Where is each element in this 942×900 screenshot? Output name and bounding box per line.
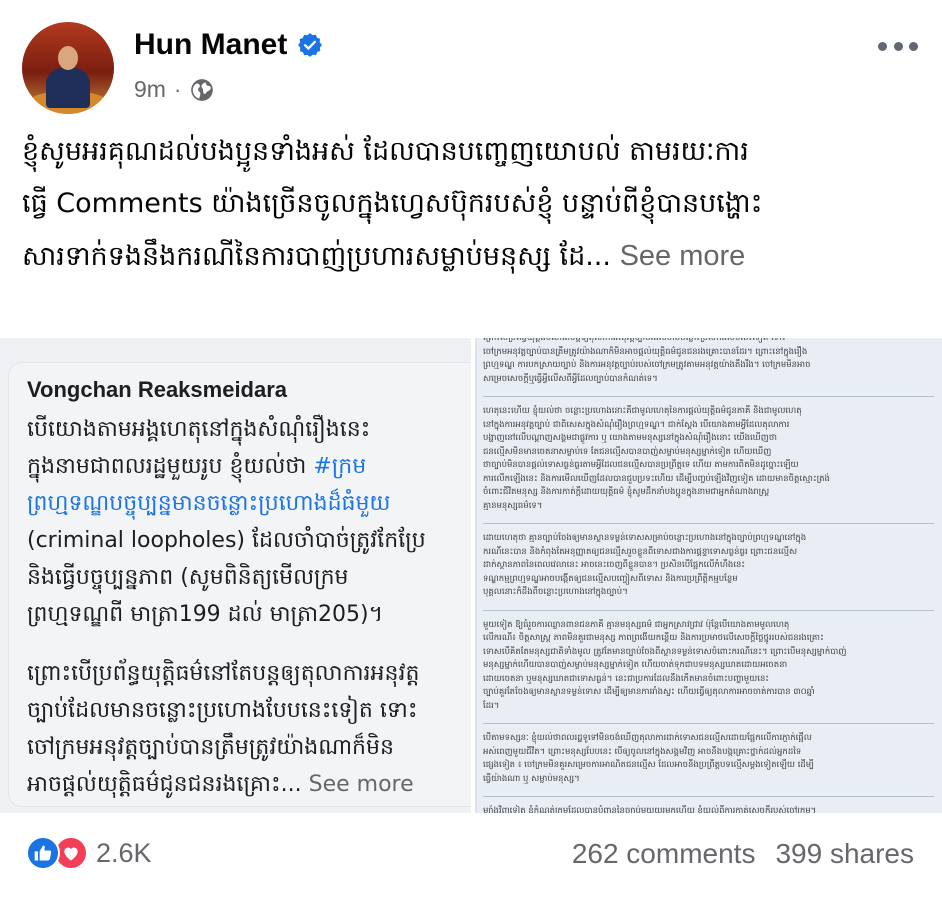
document-line: ដែរ។: [483, 700, 500, 711]
document-line: បុគ្គលនោះក៏ដឹងពីចន្លោះប្រហោងនៅក្នុងច្បាប…: [483, 587, 628, 597]
post-footer: 2.6K 262 comments 399 shares: [0, 826, 942, 886]
quoted-line: ចៅក្រមអនុវត្តច្បាប់បានត្រឹមត្រូវយ៉ាងណាក៏…: [27, 735, 394, 760]
shares-count[interactable]: 399 shares: [775, 838, 914, 870]
document-line: ផ្សេងទៀត ៖ ចៅក្រមមិនគួរសម្រេចការអាណិតជនល…: [483, 760, 814, 770]
globe-icon[interactable]: [189, 77, 215, 103]
quoted-line: ព្រោះបើប្រព័ន្ធយុត្តិធម៌នៅតែបន្តឲ្យតុលាក…: [27, 661, 420, 686]
document-divider: [483, 796, 934, 797]
post-text-line-last: សារទាក់ទងនឹងករណីនៃការបាញ់ប្រហារសម្លាប់មន…: [22, 230, 912, 283]
document-line: ច្បាប់គួរតែចែងឲ្យមានស្ថានទម្ងន់ទោស ដើម្ប…: [483, 687, 815, 697]
quoted-line: (criminal loopholes) ដែលចាំបាច់ត្រូវកែប្…: [27, 528, 426, 553]
document-line: ចៅក្រមអនុវត្តច្បាប់បានត្រឹមត្រូវយ៉ាងណាក៏…: [483, 346, 808, 357]
post-header: Hun Manet 9m ·: [22, 22, 920, 114]
meta-separator: ·: [173, 76, 182, 102]
document-line: នៅក្នុងការអនុវត្តច្បាប់ ជាពិសេសក្នុងសំណុ…: [483, 419, 790, 430]
quoted-line: និងធ្វើបច្ចុប្បន្នភាព (សូមពិនិត្យមើលក្រម: [27, 565, 349, 590]
post-timestamp[interactable]: 9m: [134, 76, 166, 103]
document-line: ធ្វើយ៉ាងណា ឬ សម្លាប់មនុស្ស។: [483, 773, 580, 784]
engagement-stats: 262 comments 399 shares: [572, 838, 914, 870]
quoted-see-more: See more: [308, 772, 414, 797]
comments-count[interactable]: 262 comments: [572, 838, 756, 870]
hashtag-link-cont: ព្រហ្មទណ្ឌបច្ចុប្បន្នមានចន្លោះប្រហោងដ៏ធំ…: [27, 491, 391, 516]
document-paragraph: ព្រោះបើប្រព័ន្ធយុត្តិធម៌នៅតែបន្តឲ្យតុលាក…: [483, 338, 934, 386]
more-dot: [878, 41, 887, 51]
document-line: បង្ហាញនៅលើបណ្តាញសង្គមជាផ្លូវការ ឬ យោងតាម…: [483, 433, 777, 443]
quoted-line: ក្នុងនាមជាពលរដ្ឋមួយរូប ខ្ញុំយល់ថា: [27, 454, 314, 479]
see-more-link[interactable]: See more: [620, 240, 746, 272]
author-name[interactable]: Hun Manet: [134, 28, 287, 62]
document-divider: [483, 723, 934, 724]
document-line: គ្មានមនុស្សធម៌ទេ។: [483, 500, 543, 511]
post-text-line: ធ្វើ Comments យ៉ាងច្រើនចូលក្នុងហ្វេសប៊ុក…: [22, 188, 763, 219]
quoted-comment-card: Vongchan Reaksmeidara បើយោងតាមអង្គហេតុនៅ…: [8, 362, 471, 807]
document-screenshot: ព្រោះបើប្រព័ន្ធយុត្តិធម៌នៅតែបន្តឲ្យតុលាក…: [477, 338, 942, 813]
quoted-line: បើយោងតាមអង្គហេតុនៅក្នុងសំណុំរឿងនេះ: [27, 417, 371, 442]
quoted-paragraph: បើយោងតាមអង្គហេតុនៅក្នុងសំណុំរឿងនេះ ក្នុង…: [27, 411, 471, 633]
reactions-summary[interactable]: 2.6K: [26, 836, 152, 870]
document-paragraph: បើតាមទស្សនៈ ខ្ញុំយល់ថាពលរដ្ឋទូទៅមិនចង់ឃើ…: [483, 732, 934, 786]
document-line: ដោយចេតនា ឬមនុស្សឃាតជាទោសធ្ងន់។ នេះជាប្រក…: [483, 673, 770, 684]
avatar-person: [46, 68, 90, 108]
like-icon: [26, 836, 60, 870]
document-line: ករណីនេះបាន និងកំពុងតែអនុញ្ញាតឲ្យជនល្មើសរ…: [483, 546, 798, 557]
quoted-line: ច្បាប់ដែលមានចន្លោះប្រហោងបែបនេះទៀត ទោះ: [27, 698, 418, 723]
author-avatar[interactable]: [22, 22, 114, 114]
author-row: Hun Manet: [134, 28, 323, 62]
post-meta: 9m ·: [134, 76, 215, 103]
document-paragraph: ហេតុនេះហើយ ខ្ញុំយល់ថា ចន្លោះប្រហោងនោះគឺជ…: [483, 405, 934, 513]
document-line: ព្រហ្មទណ្ឌ ការបកស្រាយច្បាប់ និងការអនុវត្…: [483, 360, 811, 370]
hashtag-link: #ក្រម: [313, 454, 367, 479]
post-images: Vongchan Reaksmeidara បើយោងតាមអង្គហេតុនៅ…: [0, 338, 942, 813]
document-paragraph: ដោយហេតុថា គ្មានច្បាប់ចែងឲ្យមានស្ថានទម្ងន…: [483, 532, 934, 600]
post-text-line: សារទាក់ទងនឹងករណីនៃការបាញ់ប្រហារសម្លាប់មន…: [22, 241, 611, 272]
document-divider: [483, 609, 934, 611]
document-line: ហេតុនេះហើយ ខ្ញុំយល់ថា ចន្លោះប្រហោងនោះគឺជ…: [483, 406, 802, 416]
post-image-left[interactable]: Vongchan Reaksmeidara បើយោងតាមអង្គហេតុនៅ…: [0, 338, 471, 813]
quoted-text: បើយោងតាមអង្គហេតុនៅក្នុងសំណុំរឿងនេះ ក្នុង…: [27, 411, 471, 813]
reaction-count: 2.6K: [96, 837, 152, 868]
post-image-right[interactable]: ព្រោះបើប្រព័ន្ធយុត្តិធម៌នៅតែបន្តឲ្យតុលាក…: [475, 338, 942, 813]
more-dot: [893, 41, 903, 51]
document-divider: [483, 396, 934, 397]
quoted-line: ព្រហ្មទណ្ឌពី មាត្រា199 ដល់ មាត្រា205)។: [27, 602, 384, 627]
document-line: ទណ្ឌកម្មព្រហ្មទណ្ឌអាចបង្កើតឲ្យជនល្មើសបញ្…: [483, 573, 738, 584]
document-line: ម្យ៉ាងវិញទៀត ខ្ញុំកំណត់ក្រមដែលបានបំពាននៃ…: [483, 806, 817, 813]
document-line: បើតាមទស្សនៈ ខ្ញុំយល់ថាពលរដ្ឋទូទៅមិនចង់ឃើ…: [483, 733, 812, 743]
more-dot: [909, 41, 918, 51]
document-line: លើករណី៖ ចិត្តសាស្ត្រ ភាពមិនគួរជាមនុស្ស ភ…: [483, 633, 824, 643]
post-text-line: ខ្ញុំសូមអរគុណដល់បងប្អូនទាំងអស់ ដែលបានបញ្…: [22, 136, 749, 167]
document-line: ដោយហេតុថា គ្មានច្បាប់ចែងឲ្យមានស្ថានទម្ងន…: [483, 533, 807, 543]
more-options-icon[interactable]: [878, 36, 918, 56]
document-line: មួយទៀត ឱ្យធំរួចការឈ្លានពានជនភាគី គ្មានមន…: [483, 619, 790, 630]
document-line: ដាក់ស្ថានភាពនៃពេលវេលានេះ អាចនេះចេញពីខ្លួ…: [483, 560, 746, 570]
document-line: ជនល្មើសមិនមានចេតនាសម្លាប់ទេ តែជនល្មើសបាន…: [483, 446, 772, 457]
quoted-paragraph: ព្រោះបើប្រព័ន្ធយុត្តិធម៌នៅតែបន្តឲ្យតុលាក…: [27, 655, 471, 803]
document-line: ព្រោះបើប្រព័ន្ធយុត្តិធម៌នៅតែបន្តឲ្យតុលាក…: [483, 338, 786, 343]
document-divider: [483, 523, 934, 524]
quoted-line: អាចផ្តល់យុត្តិធម៌ជូនជនរងគ្រោះ...: [27, 772, 309, 797]
avatar-face: [58, 46, 78, 70]
document-line: ទោសបើគិតតែមនុស្សជាតិទាំងមូល ត្រូវតែមានច្…: [483, 646, 847, 657]
document-line: អស់ពេញមួយជីវិត។ ព្រោះមនុស្សបែបនេះ បើឲ្យច…: [483, 746, 802, 757]
document-line: ថាច្បាប់មិនបានផ្តល់ទោសធ្ងន់ធ្ងរតាមអ្វីដែ…: [483, 460, 799, 470]
document-line: ចំពោះជីវិតមនុស្ស និងការកាត់ក្តីដោយយុត្តិ…: [483, 487, 770, 497]
document-paragraph: មួយទៀត ឱ្យធំរួចការឈ្លានពានជនភាគី គ្មានមន…: [483, 619, 934, 714]
quoted-author: Vongchan Reaksmeidara: [27, 377, 288, 402]
document-paragraph: ម្យ៉ាងវិញទៀត ខ្ញុំកំណត់ក្រមដែលបានបំពាននៃ…: [483, 805, 934, 813]
document-line: ការលើកឡើងនេះ និងការមើលឃើញដែលបានជួបប្រទះហ…: [483, 473, 830, 484]
document-line: សម្រេចសេចក្តីឬធ្វើអ្វីលើសពីអ្វីដែលច្បាប់…: [483, 373, 658, 384]
verified-badge-icon: [298, 33, 323, 57]
post-body: ខ្ញុំសូមអរគុណដល់បងប្អូនទាំងអស់ ដែលបានបញ្…: [22, 126, 912, 283]
document-line: មនុស្សម្នាក់ហើយបានបាញ់សម្លាប់មនុស្សម្នាក…: [483, 660, 788, 670]
